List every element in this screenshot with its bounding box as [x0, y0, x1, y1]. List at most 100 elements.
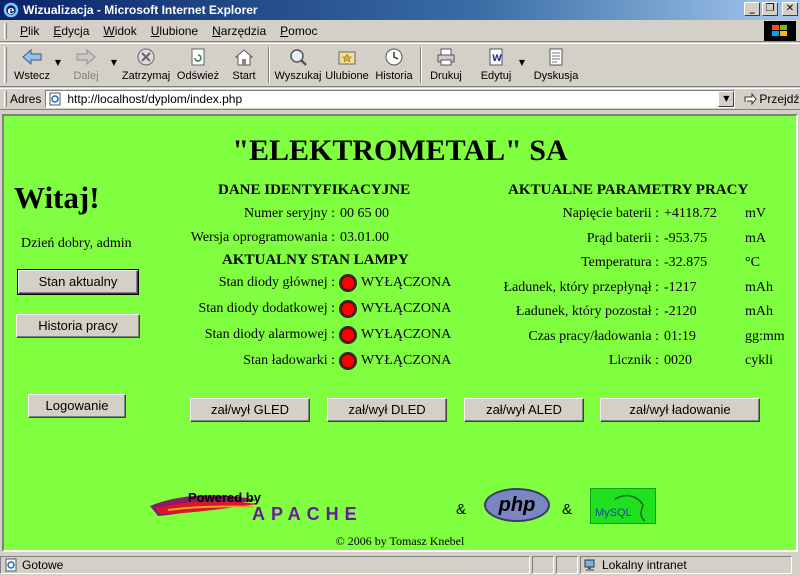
menu-view-label: idok [114, 23, 137, 38]
toggle-charging-button[interactable]: zał/wył ładowanie [600, 398, 760, 422]
print-label: Drukuj [430, 70, 462, 82]
alarm-diode-label: Stan diody alarmowej : [204, 327, 335, 342]
mysql-logo[interactable]: MySQL [590, 488, 656, 524]
stop-label: Zatrzymaj [121, 70, 171, 82]
menu-favorites[interactable]: Ulubione [144, 24, 205, 38]
menu-bar: Plik Edycja Widok Ulubione Narzędzia Pom… [0, 20, 800, 42]
address-bar: Adres ▼ Przejdź [0, 88, 800, 110]
page-icon [49, 92, 61, 106]
status-bar: Gotowe Lokalny intranet [0, 554, 800, 576]
home-button[interactable]: Start [223, 44, 265, 86]
toggle-aled-button[interactable]: zał/wył ALED [464, 398, 584, 422]
forward-dropdown[interactable]: ▼ [109, 44, 119, 67]
php-logo[interactable]: php [484, 488, 550, 522]
refresh-icon [191, 48, 205, 66]
param-value: -32.875 [664, 255, 708, 270]
history-clock-icon [385, 48, 403, 66]
amp-separator-2: & [562, 501, 573, 518]
menu-file[interactable]: Plik [13, 24, 46, 38]
toolbar-separator [268, 47, 270, 83]
status-main: Gotowe [0, 556, 530, 574]
minimize-button[interactable]: _ [744, 2, 760, 16]
software-value: 03.01.00 [340, 230, 389, 245]
stop-button[interactable]: Zatrzymaj [119, 44, 173, 86]
menu-favorites-label: lubione [159, 23, 199, 38]
standard-toolbar: Wstecz ▼ Dalej ▼ Zatrzymaj Odśwież Start… [0, 43, 800, 87]
copyright: © 2006 by Tomasz Knebel [335, 534, 465, 548]
refresh-button[interactable]: Odśwież [173, 44, 223, 86]
alarm-diode-led-icon [339, 326, 357, 344]
maximize-button[interactable]: ❐ [762, 2, 778, 16]
browser-window: e Wizualizacja - Microsoft Internet Expl… [0, 0, 800, 576]
ident-heading: DANE IDENTYFIKACYJNE [218, 182, 411, 198]
main-diode-row: Stan diody głównej : WYŁĄCZONA [4, 274, 451, 292]
apache-powered-text: Powered by [188, 490, 261, 505]
serial-label: Numer seryjny : [244, 206, 335, 221]
back-button[interactable]: Wstecz [11, 44, 53, 86]
home-icon [234, 49, 254, 66]
edit-dropdown[interactable]: ▼ [517, 44, 527, 67]
logout-button[interactable]: Logowanie [28, 394, 126, 418]
menu-tools-mnemonic: N [212, 23, 221, 38]
param-label: Prąd baterii : [586, 230, 659, 246]
go-arrow-icon [744, 92, 757, 106]
apache-name-text: APACHE [252, 504, 363, 524]
status-zone: Lokalny intranet [580, 556, 792, 574]
history-label: Historia [375, 70, 413, 82]
refresh-label: Odśwież [176, 70, 220, 82]
menu-tools-label: arzędzia [220, 23, 267, 38]
page-title: "ELEKTROMETAL" SA [232, 134, 568, 167]
param-value: 0020 [664, 353, 692, 368]
menu-help[interactable]: Pomoc [273, 24, 324, 38]
printer-icon [437, 48, 455, 66]
param-label: Ładunek, który przepłynął : [503, 279, 659, 295]
php-logo-text: php [498, 493, 536, 516]
param-unit: mA [745, 230, 766, 246]
param-value: -953.75 [664, 230, 708, 246]
search-label: Wyszukaj [274, 70, 322, 82]
address-grip[interactable] [4, 91, 7, 107]
charger-label: Stan ładowarki : [243, 353, 335, 368]
param-label: Licznik : [608, 353, 659, 368]
search-button[interactable]: Wyszukaj [273, 44, 323, 86]
back-dropdown[interactable]: ▼ [53, 44, 63, 67]
param-label: Napięcie baterii : [562, 206, 659, 221]
edit-button[interactable]: W Edytuj [475, 44, 517, 86]
address-dropdown[interactable]: ▼ [718, 91, 735, 107]
apache-logo[interactable]: Powered by APACHE [148, 486, 438, 526]
param-value: 01:19 [664, 328, 696, 344]
favorites-folder-icon [338, 51, 356, 65]
page-content: "ELEKTROMETAL" SA Witaj! Dzień dobry, ad… [2, 114, 798, 552]
close-button[interactable]: ✕ [782, 2, 798, 16]
amp-separator-1: & [456, 501, 467, 518]
menu-edit[interactable]: Edycja [46, 24, 96, 38]
address-box[interactable]: ▼ [45, 90, 736, 108]
toolbar-separator [420, 47, 422, 83]
menu-grip[interactable] [4, 22, 7, 39]
status-zone-text: Lokalny intranet [602, 558, 687, 572]
discuss-icon [549, 48, 563, 66]
menu-edit-label: dycja [61, 23, 90, 38]
param-unit: mV [745, 206, 766, 221]
title-bar[interactable]: e Wizualizacja - Microsoft Internet Expl… [0, 0, 800, 20]
menu-tools[interactable]: Narzędzia [205, 24, 273, 38]
discuss-button[interactable]: Dyskusja [531, 44, 581, 86]
param-unit: °C [745, 255, 760, 270]
menu-view[interactable]: Widok [96, 24, 143, 38]
forward-button[interactable]: Dalej [63, 44, 109, 86]
toolbar-grip[interactable] [4, 47, 7, 83]
svg-text:e: e [8, 4, 15, 17]
edit-label: Edytuj [480, 70, 512, 82]
address-label: Adres [10, 92, 42, 106]
toggle-gled-button[interactable]: zał/wył GLED [190, 398, 310, 422]
print-button[interactable]: Drukuj [425, 44, 467, 86]
go-button[interactable]: Przejdź [743, 92, 799, 106]
toggle-dled-button[interactable]: zał/wył DLED [327, 398, 447, 422]
main-diode-label: Stan diody głównej : [218, 275, 335, 290]
history-button[interactable]: Historia [371, 44, 417, 86]
menu-help-label: omoc [288, 23, 318, 38]
favorites-button[interactable]: Ulubione [323, 44, 371, 86]
param-value: -1217 [664, 279, 697, 295]
software-label: Wersja oprogramowania : [190, 230, 335, 245]
address-input[interactable] [67, 91, 708, 107]
